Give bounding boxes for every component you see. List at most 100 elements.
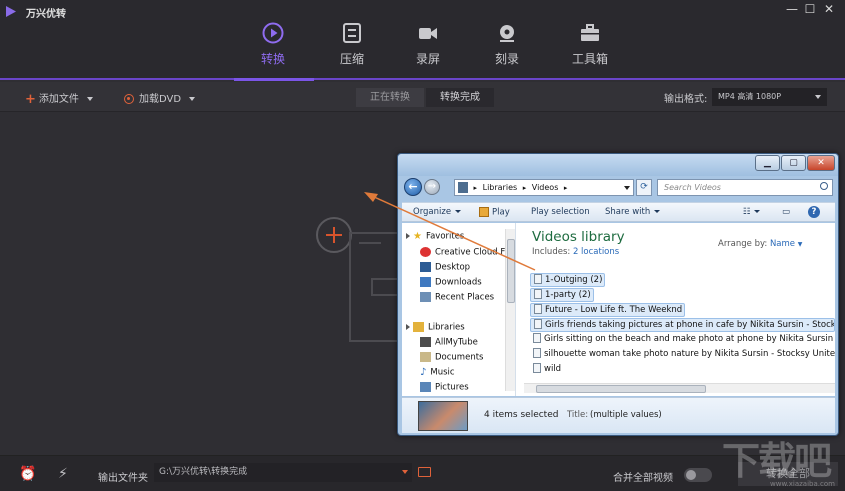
file-name: silhouette woman take photo nature by Ni… — [544, 349, 835, 359]
load-dvd-button[interactable]: 加载DVD — [124, 90, 196, 105]
refresh-icon[interactable]: ⟳ — [636, 179, 652, 196]
nav-item-label: Creative Cloud Fi — [435, 247, 507, 258]
play-button[interactable]: Play — [479, 207, 510, 218]
nav-item-documents[interactable]: Documents — [420, 352, 483, 366]
explorer-search-input[interactable]: Search Videos — [657, 179, 833, 196]
nav-item-allmytube[interactable]: AllMyTube — [420, 337, 478, 351]
help-icon[interactable]: ? — [808, 206, 820, 218]
search-placeholder: Search Videos — [664, 183, 721, 192]
file-item[interactable]: Girls friends taking pictures at phone i… — [530, 318, 835, 332]
dvd-icon — [124, 94, 134, 104]
library-icon — [413, 322, 424, 332]
preview-pane-icon[interactable]: ▭ — [782, 207, 790, 217]
file-item[interactable]: Future - Low Life ft. The Weeknd — [530, 303, 686, 317]
star-icon: ★ — [413, 231, 422, 242]
nav-item-label: Recent Places — [435, 292, 495, 303]
explorer-title-bar[interactable]: ▁ ▢ ✕ — [398, 154, 838, 176]
output-format-select[interactable]: MP4 高清 1080P — [712, 88, 827, 106]
nav-item-desktop[interactable]: Desktop — [420, 262, 470, 276]
close-button[interactable]: ✕ — [822, 1, 836, 17]
file-item[interactable]: Girls sitting on the beach and make phot… — [530, 333, 835, 347]
file-item[interactable]: silhouette woman take photo nature by Ni… — [530, 348, 835, 362]
app-title: 万兴优转 — [26, 9, 66, 20]
alarm-clock-icon[interactable]: ⏰ — [19, 466, 36, 482]
lightning-icon[interactable]: ⚡ — [58, 466, 68, 482]
nav-favorites[interactable]: ★ Favorites — [406, 231, 464, 245]
tab-converting[interactable]: 正在转换 — [356, 88, 424, 107]
share-with-menu[interactable]: Share with — [605, 207, 661, 217]
watermark: 下载吧 — [722, 439, 832, 483]
toolbar: + 添加文件 加载DVD 正在转换 转换完成 输出格式: MP4 高清 1080P — [0, 82, 845, 112]
add-file-button[interactable]: + 添加文件 — [25, 90, 93, 107]
search-icon[interactable] — [820, 182, 828, 190]
chevron-down-icon[interactable]: ▼ — [798, 241, 803, 248]
video-file-icon — [533, 348, 541, 358]
library-icon — [458, 182, 468, 193]
recent-places-icon — [420, 292, 431, 302]
toolbox-icon — [581, 24, 599, 41]
file-item[interactable]: 1-party (2) — [530, 288, 594, 302]
nav-scrollbar[interactable] — [505, 229, 515, 391]
arrange-by[interactable]: Arrange by: Name ▼ — [718, 239, 802, 249]
locations-link[interactable]: 2 locations — [573, 247, 619, 257]
explorer-close-button[interactable]: ✕ — [807, 155, 835, 171]
nav-item-pictures[interactable]: Pictures — [420, 382, 469, 396]
view-options-icon[interactable]: ☷ — [743, 207, 760, 217]
chevron-down-icon[interactable] — [189, 97, 196, 101]
nav-item-music[interactable]: ♪ Music — [420, 367, 455, 381]
folder-open-icon[interactable] — [418, 467, 431, 477]
chevron-down-icon[interactable] — [624, 186, 630, 190]
explorer-address-bar: ← → ▸ Libraries ▸ Videos ▸ ⟳ Search Vide… — [402, 178, 836, 198]
navigation-pane: ★ Favorites Creative Cloud Fi Desktop Dow… — [402, 223, 516, 396]
scrollbar-thumb[interactable] — [536, 385, 706, 393]
minimize-button[interactable]: — — [785, 1, 799, 17]
share-with-label: Share with — [605, 207, 651, 217]
merge-all-toggle[interactable] — [684, 468, 712, 482]
scrollbar-thumb[interactable] — [507, 239, 515, 303]
chevron-down-icon[interactable] — [402, 470, 408, 474]
nav-item-downloads[interactable]: Downloads — [420, 277, 482, 291]
nav-item-creative-cloud[interactable]: Creative Cloud Fi — [420, 247, 507, 261]
add-file-drop-icon[interactable] — [316, 217, 352, 253]
nav-libraries[interactable]: Libraries — [406, 322, 465, 336]
maximize-button[interactable]: ☐ — [803, 1, 817, 17]
file-name: Future - Low Life ft. The Weeknd — [545, 305, 683, 315]
details-pane: 4 items selected Title: (multiple values… — [402, 397, 835, 433]
tab-toolbox[interactable]: 工具箱 — [555, 22, 625, 80]
play-selection-button[interactable]: Play selection — [531, 207, 590, 217]
tab-record[interactable]: 录屏 — [393, 22, 463, 80]
breadcrumb[interactable]: ▸ Libraries ▸ Videos ▸ — [454, 179, 634, 196]
breadcrumb-libraries[interactable]: Libraries — [483, 183, 518, 192]
file-item[interactable]: wild — [530, 363, 563, 377]
file-name: wild — [544, 364, 562, 374]
explorer-maximize-button[interactable]: ▢ — [781, 155, 806, 171]
nav-item-recent-places[interactable]: Recent Places — [420, 292, 494, 306]
arrange-label: Arrange by: — [718, 239, 768, 249]
explorer-command-bar: Organize Play Play selection Share with … — [402, 202, 835, 222]
organize-menu[interactable]: Organize — [413, 207, 462, 217]
forward-arrow-icon[interactable]: → — [424, 179, 440, 195]
expand-icon[interactable] — [406, 324, 410, 330]
title-label: Title: — [567, 410, 589, 420]
tab-convert[interactable]: 转换 — [238, 22, 308, 80]
output-folder-field[interactable]: G:\万兴优转\转换完成 — [154, 463, 412, 482]
selection-count: 4 items selected — [484, 410, 559, 420]
nav-item-label: Desktop — [435, 262, 471, 273]
horizontal-scrollbar[interactable] — [524, 383, 835, 393]
video-file-icon — [533, 363, 541, 373]
chevron-down-icon[interactable] — [86, 97, 93, 101]
arrange-value[interactable]: Name — [770, 239, 795, 249]
expand-icon[interactable] — [406, 233, 410, 239]
breadcrumb-videos[interactable]: Videos — [532, 183, 559, 192]
explorer-minimize-button[interactable]: ▁ — [755, 155, 780, 171]
desktop-icon — [420, 262, 431, 272]
tab-compress[interactable]: 压缩 — [317, 22, 387, 80]
video-file-icon — [534, 274, 542, 284]
file-name: 1-Outging (2) — [545, 275, 603, 285]
tab-burn[interactable]: 刻录 — [472, 22, 542, 80]
bottom-bar: ⏰ ⚡ 输出文件夹 G:\万兴优转\转换完成 合并全部视频 转换全部 — [0, 455, 845, 491]
file-item[interactable]: 1-Outging (2) — [530, 273, 606, 287]
library-includes: Includes: 2 locations — [532, 247, 619, 257]
tab-converted[interactable]: 转换完成 — [426, 88, 494, 107]
back-arrow-icon[interactable]: ← — [404, 178, 422, 196]
